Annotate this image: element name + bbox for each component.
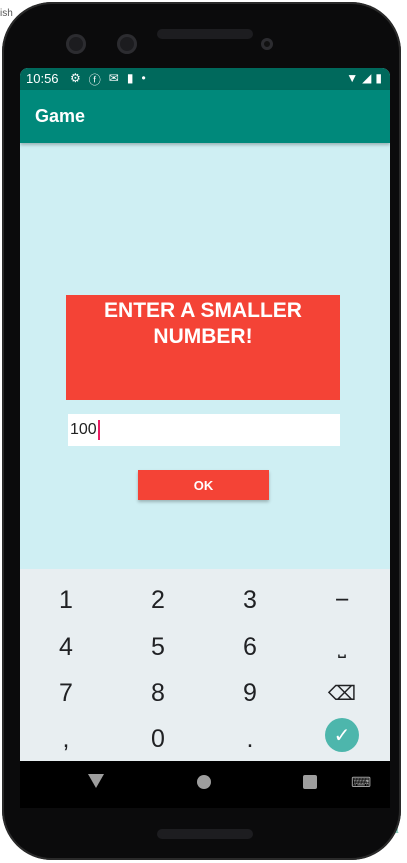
game-content: ENTER A SMALLER NUMBER! 100 OK bbox=[20, 143, 390, 569]
proximity-sensor-icon bbox=[261, 38, 273, 50]
key-period[interactable]: . bbox=[204, 716, 296, 762]
background-partial-text: ish bbox=[0, 8, 13, 19]
phone-frame: 10:56 ⚙ ⓕ ✉ ▮ • ▼ ◢ ▮ Game ENTER A SMALL… bbox=[2, 2, 401, 860]
status-bar: 10:56 ⚙ ⓕ ✉ ▮ • ▼ ◢ ▮ bbox=[20, 68, 390, 90]
ok-button[interactable]: OK bbox=[138, 470, 269, 500]
camera-lens-icon bbox=[66, 34, 86, 54]
gear-icon: ⚙ bbox=[70, 71, 81, 85]
home-circle-icon[interactable] bbox=[197, 775, 211, 789]
device-screen: 10:56 ⚙ ⓕ ✉ ▮ • ▼ ◢ ▮ Game ENTER A SMALL… bbox=[20, 68, 390, 808]
sdcard-icon: ▮ bbox=[126, 71, 134, 85]
status-time: 10:56 bbox=[26, 71, 59, 86]
key-2[interactable]: 2 bbox=[112, 577, 204, 623]
key-3[interactable]: 3 bbox=[204, 577, 296, 623]
numeric-keyboard: 1 2 3 − 4 5 6 ⎵ 7 8 9 ⌫ , 0 . ✓ bbox=[20, 569, 390, 761]
camera-lens-icon bbox=[117, 34, 137, 54]
key-7[interactable]: 7 bbox=[20, 670, 112, 716]
key-4[interactable]: 4 bbox=[20, 624, 112, 670]
app-title: Game bbox=[35, 106, 86, 126]
signal-icon: ◢ bbox=[362, 71, 372, 85]
message-banner: ENTER A SMALLER NUMBER! bbox=[66, 295, 340, 400]
navigation-bar: ⌨ bbox=[20, 761, 390, 808]
checkmark-icon: ✓ bbox=[325, 718, 359, 752]
key-8[interactable]: 8 bbox=[112, 670, 204, 716]
mail-icon: ✉ bbox=[108, 71, 119, 85]
dot-icon: • bbox=[141, 71, 146, 85]
key-6[interactable]: 6 bbox=[204, 624, 296, 670]
facebook-icon: ⓕ bbox=[88, 73, 101, 87]
key-1[interactable]: 1 bbox=[20, 577, 112, 623]
text-caret bbox=[97, 420, 100, 440]
status-system-icons: ▼ ◢ ▮ bbox=[346, 71, 382, 85]
back-triangle-icon[interactable] bbox=[88, 774, 104, 788]
key-minus[interactable]: − bbox=[296, 577, 388, 623]
top-speaker bbox=[157, 29, 253, 39]
key-0[interactable]: 0 bbox=[112, 716, 204, 762]
bottom-speaker bbox=[157, 829, 253, 839]
key-5[interactable]: 5 bbox=[112, 624, 204, 670]
key-9[interactable]: 9 bbox=[204, 670, 296, 716]
recents-square-icon[interactable] bbox=[303, 775, 317, 789]
wifi-icon: ▼ bbox=[346, 71, 359, 85]
app-bar: Game bbox=[20, 90, 390, 143]
key-space[interactable]: ⎵ bbox=[296, 624, 388, 670]
keyboard-switch-icon[interactable]: ⌨ bbox=[351, 774, 371, 791]
number-input[interactable]: 100 bbox=[68, 414, 340, 446]
status-notification-icons: ⚙ ⓕ ✉ ▮ • bbox=[70, 71, 146, 88]
backspace-icon[interactable]: ⌫ bbox=[296, 670, 388, 716]
battery-icon: ▮ bbox=[375, 71, 382, 85]
done-key[interactable]: ✓ bbox=[296, 712, 388, 758]
input-value: 100 bbox=[70, 421, 97, 438]
key-comma[interactable]: , bbox=[20, 716, 112, 762]
